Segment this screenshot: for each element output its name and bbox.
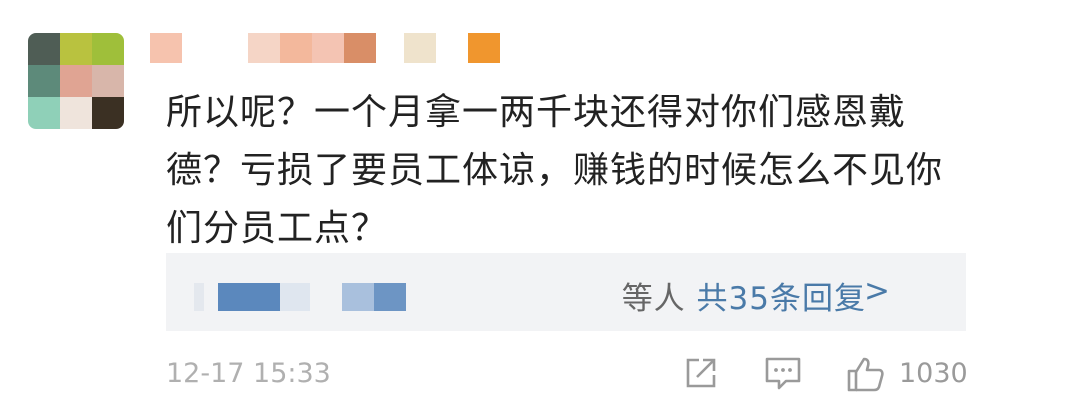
reply-count-link[interactable]: 共35条回复 <box>697 281 866 317</box>
reply-user-blur <box>218 283 280 311</box>
reply-user-blur <box>374 283 406 311</box>
comment-line: 所以呢？一个月拿一两千块还得对你们感恩戴 <box>166 92 907 133</box>
like-button[interactable] <box>846 355 886 397</box>
comment-icon <box>765 357 801 390</box>
comment-text: 所以呢？一个月拿一两千块还得对你们感恩戴 德？亏损了要员工体谅，赚钱的时候怎么不… <box>166 84 956 258</box>
reply-button[interactable] <box>764 355 802 395</box>
username[interactable] <box>150 33 510 63</box>
reply-summary: 等人 共35条回复 <box>622 273 866 318</box>
reply-suffix: 等人 <box>621 281 686 317</box>
reply-user-blur <box>342 283 374 311</box>
chevron-right-icon[interactable]: > <box>864 273 890 309</box>
avatar[interactable] <box>28 33 124 129</box>
like-count: 1030 <box>899 358 968 389</box>
reply-user-blur <box>280 283 310 311</box>
comment-line: 们分员工点？ <box>166 208 389 249</box>
comment-timestamp: 12-17 15:33 <box>166 358 331 389</box>
comment-line: 德？亏损了要员工体谅，赚钱的时候怎么不见你 <box>166 150 944 191</box>
share-button[interactable] <box>683 355 719 395</box>
reply-user-blur <box>194 283 204 311</box>
replies-preview[interactable]: 等人 共35条回复 > <box>166 253 966 331</box>
share-icon <box>686 358 716 388</box>
thumbs-up-icon <box>847 357 884 392</box>
